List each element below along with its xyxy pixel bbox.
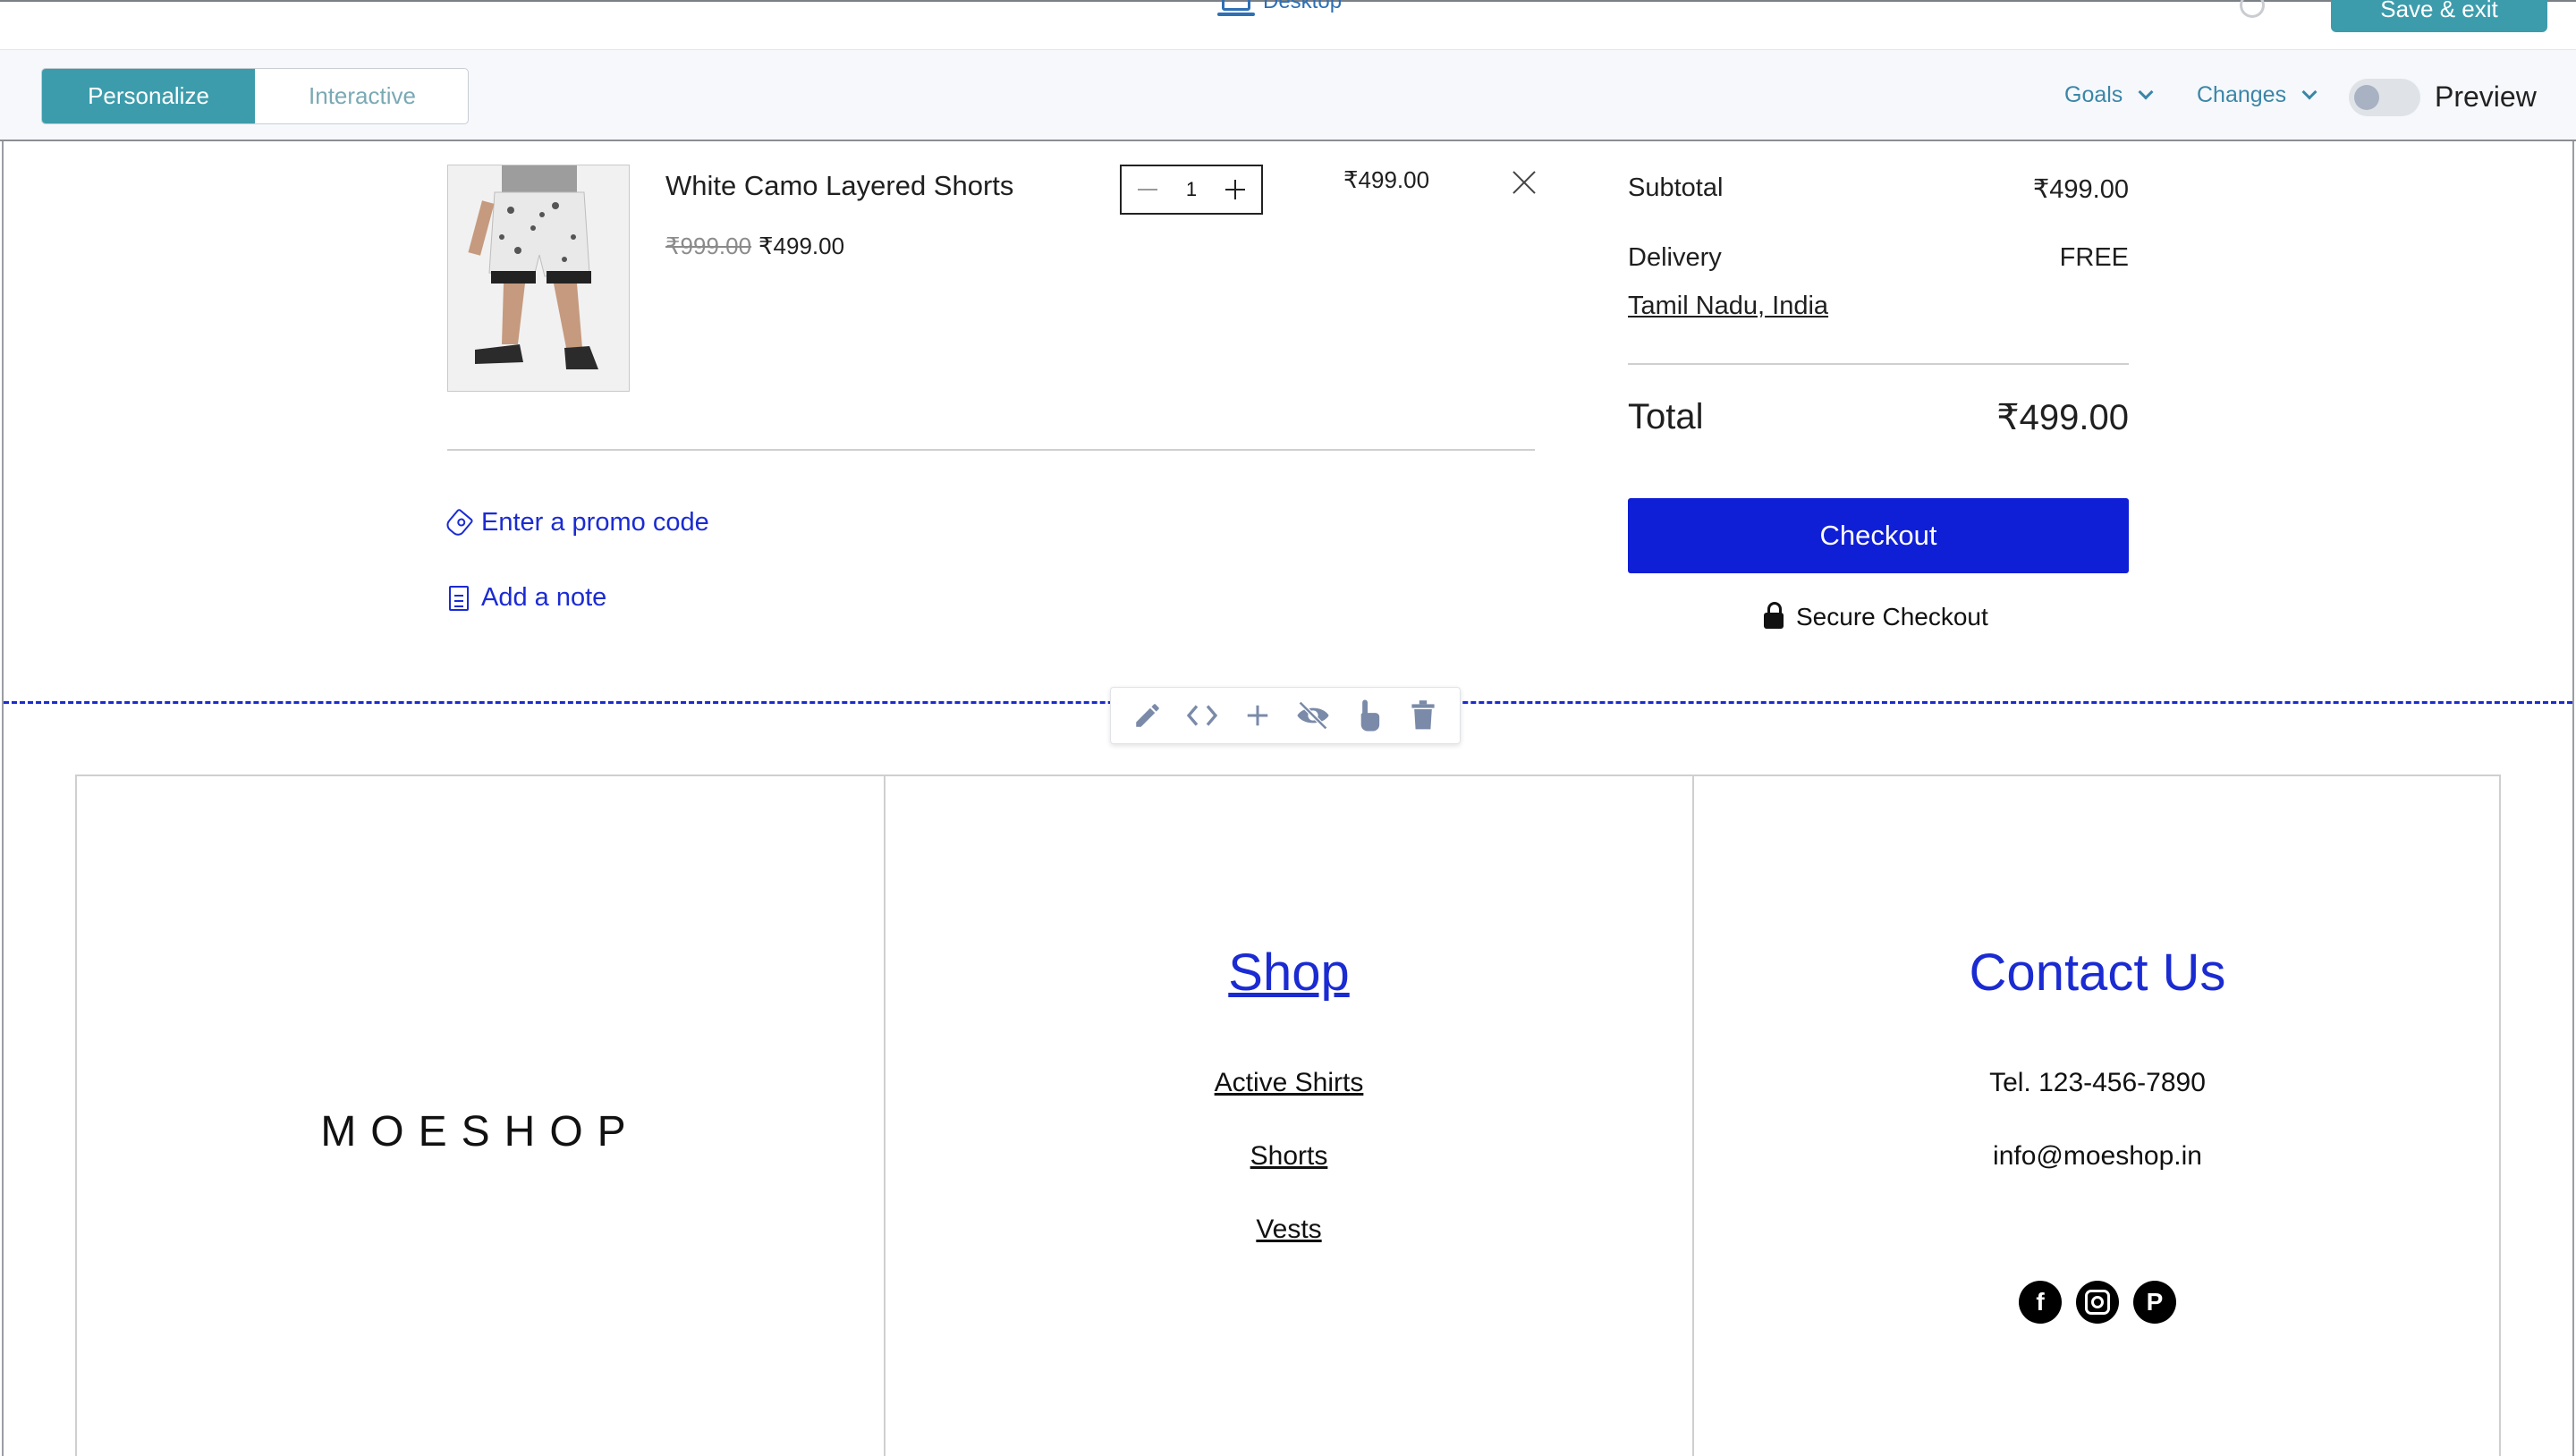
total-label: Total	[1628, 397, 1704, 436]
preview-label: Preview	[2435, 80, 2537, 113]
contact-heading: Contact Us	[1969, 944, 2226, 1002]
delivery-region-link[interactable]: Tamil Nadu, India	[1628, 292, 1828, 321]
contact-phone: Tel. 123-456-7890	[1989, 1068, 2206, 1097]
shop-heading-link[interactable]: Shop	[886, 943, 1692, 1003]
chevron-down-icon	[2301, 84, 2318, 99]
goals-dropdown[interactable]: Goals	[2064, 82, 2154, 108]
promo-code-link[interactable]: Enter a promo code	[444, 507, 709, 538]
quantity-stepper: 1	[1120, 165, 1263, 215]
changes-label: Changes	[2197, 82, 2287, 107]
contact-email: info@moeshop.in	[1993, 1141, 2202, 1171]
footer-shop-column: Shop Active Shirts Shorts Vests	[884, 776, 1692, 1456]
pointer-icon[interactable]	[1350, 698, 1385, 733]
decrement-button[interactable]	[1138, 189, 1157, 190]
secure-checkout-label: Secure Checkout	[1796, 603, 1988, 631]
checkout-button[interactable]: Checkout	[1628, 498, 2129, 573]
pencil-icon[interactable]	[1130, 698, 1165, 733]
original-price: ₹999.00	[665, 233, 752, 259]
site-logo[interactable]: MOESHOP	[77, 1107, 884, 1156]
total-value: ₹499.00	[1996, 398, 2129, 437]
delivery-value: FREE	[2059, 243, 2129, 272]
delivery-label: Delivery	[1628, 243, 1722, 272]
toggle-knob	[2354, 85, 2379, 110]
line-total: ₹499.00	[1343, 166, 1430, 193]
device-label: Desktop	[1263, 0, 1343, 13]
element-toolbar	[1110, 687, 1461, 744]
site-footer: MOESHOP Shop Active Shirts Shorts Vests …	[75, 775, 2501, 1456]
cart-divider	[447, 449, 1535, 451]
facebook-icon[interactable]: f	[2019, 1281, 2062, 1324]
footer-brand-column: MOESHOP	[77, 776, 884, 1456]
preview-toggle[interactable]	[2349, 79, 2420, 116]
chevron-down-icon	[2138, 84, 2154, 99]
secure-checkout: Secure Checkout	[1764, 602, 1988, 631]
product-thumbnail[interactable]	[447, 165, 630, 392]
plus-icon[interactable]	[1240, 698, 1275, 733]
product-name[interactable]: White Camo Layered Shorts	[665, 170, 1013, 202]
add-note-label: Add a note	[481, 583, 607, 612]
device-selector[interactable]: Desktop	[1217, 0, 1343, 16]
trash-icon[interactable]	[1405, 698, 1441, 733]
loading-spinner-icon	[2240, 0, 2265, 18]
tag-icon	[444, 507, 474, 538]
lock-icon	[1764, 602, 1784, 629]
changes-dropdown[interactable]: Changes	[2197, 82, 2318, 108]
goals-label: Goals	[2064, 82, 2123, 107]
increment-button[interactable]	[1225, 180, 1245, 199]
code-icon[interactable]	[1184, 698, 1220, 733]
footer-link-shorts[interactable]: Shorts	[886, 1141, 1692, 1172]
footer-contact-column: Contact Us Tel. 123-456-7890 info@moesho…	[1692, 776, 2501, 1456]
laptop-icon	[1217, 0, 1255, 16]
mode-switcher: Personalize Interactive	[41, 68, 469, 124]
quantity-value[interactable]: 1	[1186, 178, 1197, 201]
subtotal-label: Subtotal	[1628, 174, 1724, 202]
pinterest-icon[interactable]: P	[2133, 1281, 2176, 1324]
interactive-tab[interactable]: Interactive	[255, 69, 468, 123]
save-exit-button[interactable]: Save & exit	[2331, 0, 2547, 32]
social-bar: f P	[1694, 1281, 2501, 1324]
promo-code-label: Enter a promo code	[481, 508, 709, 537]
add-note-link[interactable]: Add a note	[449, 583, 606, 613]
subtotal-value: ₹499.00	[2032, 175, 2129, 204]
footer-link-active-shirts[interactable]: Active Shirts	[886, 1068, 1692, 1098]
footer-link-vests[interactable]: Vests	[886, 1215, 1692, 1245]
editor-top-bar: Desktop Save & exit	[0, 0, 2576, 50]
sale-price: ₹499.00	[758, 233, 845, 259]
remove-item-close-icon[interactable]	[1512, 170, 1537, 195]
summary-divider	[1628, 363, 2129, 365]
personalize-tab[interactable]: Personalize	[42, 69, 255, 123]
eye-off-icon[interactable]	[1295, 698, 1331, 733]
editor-toolbar: Personalize Interactive Goals Changes Pr…	[0, 50, 2576, 141]
note-icon	[449, 585, 469, 611]
instagram-icon[interactable]	[2076, 1281, 2119, 1324]
